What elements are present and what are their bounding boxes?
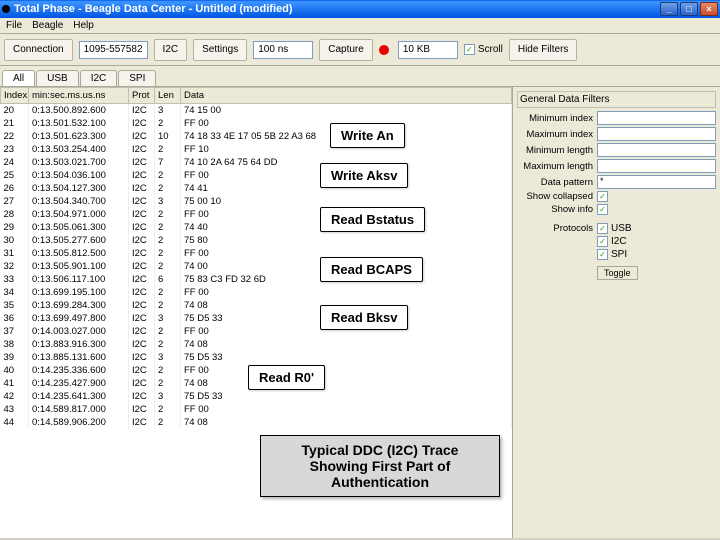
table-row[interactable]: 390:13.885.131.600I2C375 D5 33 (1, 351, 512, 364)
table-row[interactable]: 330:13.506.117.100I2C675 83 C3 FD 32 6D (1, 273, 512, 286)
connection-button[interactable]: Connection (4, 39, 73, 61)
table-row[interactable]: 350:13.699.284.300I2C274 08 (1, 299, 512, 312)
table-row[interactable]: 250:13.504.036.100I2C2FF 00 (1, 169, 512, 182)
table-row[interactable]: 230:13.503.254.400I2C2FF 10 (1, 143, 512, 156)
serial-field[interactable]: 1095-557582 (79, 41, 148, 59)
content-area: Index min:sec.ms.us.ns Prot Len Data 200… (0, 86, 720, 538)
show-collapsed-checkbox[interactable]: ✓ (597, 191, 608, 202)
table-row[interactable]: 440:14.589.906.200I2C274 08 (1, 416, 512, 429)
table-row[interactable]: 280:13.504.971.000I2C2FF 00 (1, 208, 512, 221)
col-data[interactable]: Data (181, 88, 512, 104)
menu-help[interactable]: Help (73, 20, 94, 31)
lbl-max-index: Maximum index (517, 129, 597, 140)
toggle-button[interactable]: Toggle (597, 266, 638, 280)
show-info-checkbox[interactable]: ✓ (597, 204, 608, 215)
callout-write-aksv: Write Aksv (320, 163, 408, 188)
protocol-tabs: All USB I2C SPI (0, 66, 720, 86)
checkbox-icon: ✓ (464, 44, 475, 55)
col-len[interactable]: Len (155, 88, 181, 104)
settings-button[interactable]: Settings (193, 39, 247, 61)
table-row[interactable]: 290:13.505.061.300I2C274 40 (1, 221, 512, 234)
table-row[interactable]: 370:14.003.027.000I2C2FF 00 (1, 325, 512, 338)
table-row[interactable]: 260:13.504.127.300I2C274 41 (1, 182, 512, 195)
min-index-input[interactable] (597, 111, 716, 125)
filter-panel: General Data Filters Minimum index Maxim… (512, 87, 720, 538)
lbl-max-len: Maximum length (517, 161, 597, 172)
tab-spi[interactable]: SPI (118, 70, 156, 86)
data-pattern-input[interactable]: * (597, 175, 716, 189)
col-time[interactable]: min:sec.ms.us.ns (29, 88, 129, 104)
table-row[interactable]: 210:13.501.532.100I2C2FF 00 (1, 117, 512, 130)
table-row[interactable]: 420:14.235.641.300I2C375 D5 33 (1, 390, 512, 403)
scroll-checkbox[interactable]: ✓ Scroll (464, 44, 503, 55)
table-row[interactable]: 300:13.505.277.600I2C275 80 (1, 234, 512, 247)
lbl-min-index: Minimum index (517, 113, 597, 124)
filter-header: General Data Filters (517, 91, 716, 108)
table-row[interactable]: 240:13.503.021.700I2C774 10 2A 64 75 64 … (1, 156, 512, 169)
toolbar: Connection 1095-557582 I2C Settings 100 … (0, 34, 720, 66)
window-title: Total Phase - Beagle Data Center - Untit… (14, 3, 660, 15)
tab-i2c[interactable]: I2C (80, 70, 118, 86)
sample-field[interactable]: 100 ns (253, 41, 313, 59)
menubar: File Beagle Help (0, 18, 720, 34)
menu-file[interactable]: File (6, 20, 22, 31)
hide-filters-button[interactable]: Hide Filters (509, 39, 578, 61)
min-len-input[interactable] (597, 143, 716, 157)
recording-indicator (2, 5, 10, 13)
minimize-button[interactable]: _ (660, 2, 678, 16)
table-row[interactable]: 360:13.699.497.800I2C375 D5 33 (1, 312, 512, 325)
callout-summary: Typical DDC (I2C) Trace Showing First Pa… (260, 435, 500, 497)
callout-read-bcaps: Read BCAPS (320, 257, 423, 282)
proto-usb-checkbox[interactable]: ✓USB (597, 223, 632, 234)
trace-table-area: Index min:sec.ms.us.ns Prot Len Data 200… (0, 87, 512, 538)
table-row[interactable]: 430:14.589.817.000I2C2FF 00 (1, 403, 512, 416)
maximize-button[interactable]: □ (680, 2, 698, 16)
proto-i2c-checkbox[interactable]: ✓I2C (597, 236, 627, 247)
buffer-field[interactable]: 10 KB (398, 41, 458, 59)
titlebar: Total Phase - Beagle Data Center - Untit… (0, 0, 720, 18)
proto-spi-checkbox[interactable]: ✓SPI (597, 249, 627, 260)
table-row[interactable]: 220:13.501.623.300I2C1074 18 33 4E 17 05… (1, 130, 512, 143)
table-row[interactable]: 310:13.505.812.500I2C2FF 00 (1, 247, 512, 260)
col-prot[interactable]: Prot (129, 88, 155, 104)
max-len-input[interactable] (597, 159, 716, 173)
max-index-input[interactable] (597, 127, 716, 141)
callout-read-r0: Read R0' (248, 365, 325, 390)
table-row[interactable]: 340:13.699.195.100I2C2FF 00 (1, 286, 512, 299)
callout-read-bksv: Read Bksv (320, 305, 408, 330)
tab-all[interactable]: All (2, 70, 35, 86)
record-dot-icon (379, 45, 389, 55)
table-row[interactable]: 320:13.505.901.100I2C274 00 (1, 260, 512, 273)
lbl-show-collapsed: Show collapsed (517, 191, 597, 202)
lbl-protocols: Protocols (517, 223, 597, 234)
menu-beagle[interactable]: Beagle (32, 20, 63, 31)
table-row[interactable]: 200:13.500.892.600I2C374 15 00 (1, 104, 512, 118)
close-button[interactable]: × (700, 2, 718, 16)
tab-usb[interactable]: USB (36, 70, 79, 86)
lbl-data-pattern: Data pattern (517, 177, 597, 188)
scroll-label: Scroll (478, 44, 503, 55)
table-row[interactable]: 270:13.504.340.700I2C375 00 10 (1, 195, 512, 208)
callout-write-an: Write An (330, 123, 405, 148)
col-index[interactable]: Index (1, 88, 29, 104)
callout-read-bstatus: Read Bstatus (320, 207, 425, 232)
table-row[interactable]: 380:13.883.916.300I2C274 08 (1, 338, 512, 351)
lbl-show-info: Show info (517, 204, 597, 215)
lbl-min-len: Minimum length (517, 145, 597, 156)
capture-button[interactable]: Capture (319, 39, 373, 61)
proto-select[interactable]: I2C (154, 39, 188, 61)
